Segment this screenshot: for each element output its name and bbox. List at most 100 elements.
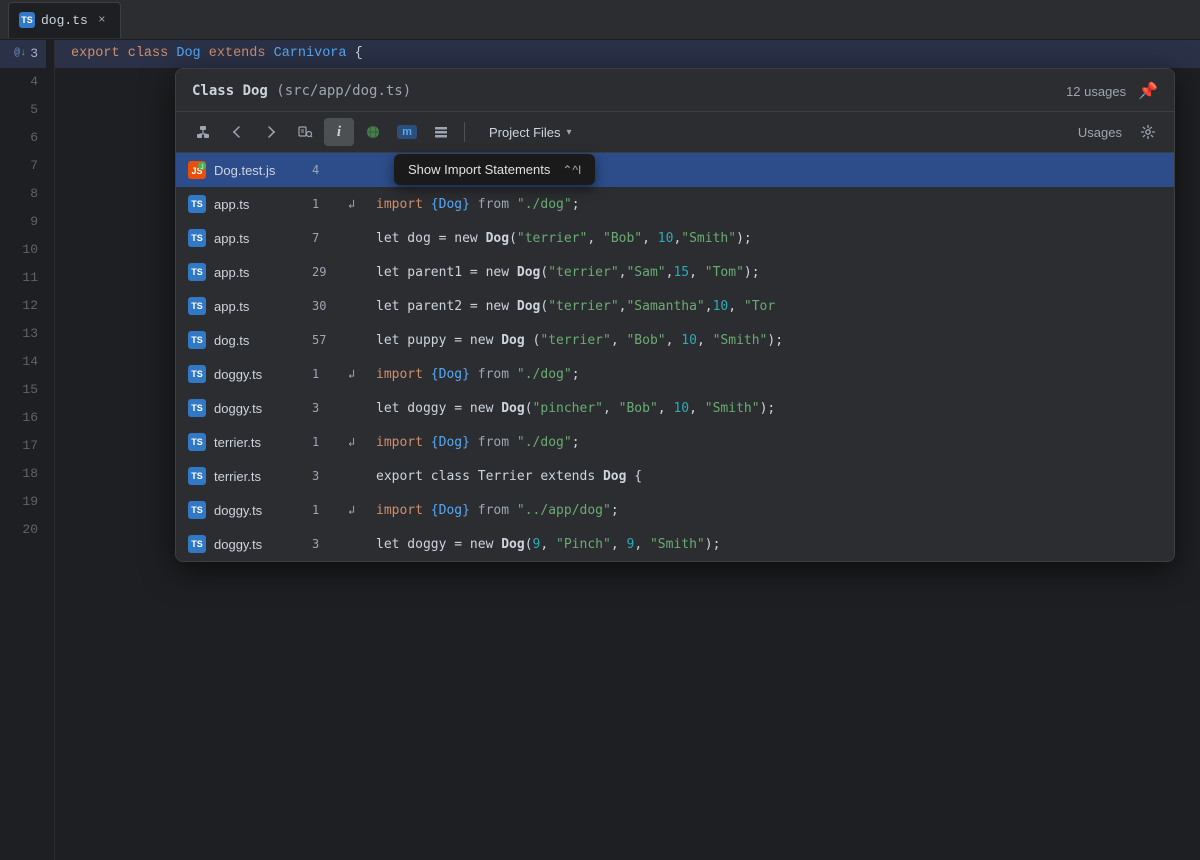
popup-class-name: Class Dog bbox=[192, 83, 268, 99]
tab-filename: dog.ts bbox=[41, 13, 88, 28]
result-row[interactable]: TSdog.ts57let puppy = new Dog ("terrier"… bbox=[176, 323, 1174, 357]
result-filename: terrier.ts bbox=[214, 435, 304, 450]
result-code: import {Dog} from "./dog"; bbox=[376, 367, 580, 382]
code-line-3: export class Dog extends Carnivora { bbox=[55, 40, 1200, 68]
usages-count-label: 12 usages bbox=[1066, 84, 1126, 99]
result-lineno: 3 bbox=[312, 537, 340, 551]
gear-icon bbox=[1140, 124, 1156, 140]
ts-file-icon: TS bbox=[188, 229, 206, 247]
import-arrow-icon: ↲ bbox=[348, 503, 368, 518]
scope-label: Project Files bbox=[489, 125, 561, 140]
result-row[interactable]: TSdoggy.ts1↲import {Dog} from "./dog"; bbox=[176, 357, 1174, 391]
result-code: let doggy = new Dog("pincher", "Bob", 10… bbox=[376, 401, 775, 416]
settings-button[interactable] bbox=[1134, 118, 1162, 146]
hierarchy-button[interactable] bbox=[188, 118, 218, 146]
result-lineno: 3 bbox=[312, 401, 340, 415]
chevron-down-icon: ▾ bbox=[567, 127, 572, 138]
gutter-line-12: 12 bbox=[0, 292, 46, 320]
result-code: let dog = new Dog("terrier", "Bob", 10,"… bbox=[376, 231, 752, 246]
gutter-line-7: 7 bbox=[0, 152, 46, 180]
result-filename: doggy.ts bbox=[214, 537, 304, 552]
result-filename: doggy.ts bbox=[214, 503, 304, 518]
gutter-line-11: 11 bbox=[0, 264, 46, 292]
result-code: let parent2 = new Dog("terrier","Samanth… bbox=[376, 299, 775, 314]
result-row[interactable]: TSapp.ts1↲import {Dog} from "./dog"; bbox=[176, 187, 1174, 221]
popup-title: Class Dog (src/app/dog.ts) bbox=[192, 82, 411, 100]
result-lineno: 29 bbox=[312, 265, 340, 279]
result-code: let parent1 = new Dog("terrier","Sam",15… bbox=[376, 265, 760, 280]
ts-file-icon: TS bbox=[188, 365, 206, 383]
result-lineno: 30 bbox=[312, 299, 340, 313]
usages-label[interactable]: Usages bbox=[1070, 122, 1130, 143]
result-lineno: 1 bbox=[312, 197, 340, 211]
list-icon bbox=[433, 124, 449, 140]
jest-file-icon: JSJ bbox=[188, 161, 206, 179]
tab-close-button[interactable]: × bbox=[94, 12, 110, 28]
tab-dog-ts[interactable]: TS dog.ts × bbox=[8, 2, 121, 38]
editor-area: @↓ 3 4 5 6 7 8 9 10 11 12 13 14 15 16 17… bbox=[0, 40, 1200, 860]
result-row[interactable]: JSJDog.test.js4 bbox=[176, 153, 1174, 187]
gutter-line-6: 6 bbox=[0, 124, 46, 152]
locate-icon bbox=[297, 124, 313, 140]
ts-file-icon: TS bbox=[188, 399, 206, 417]
locate-button[interactable] bbox=[290, 118, 320, 146]
scope-button[interactable] bbox=[358, 118, 388, 146]
ts-file-icon: TS bbox=[188, 195, 206, 213]
result-code: import {Dog} from "./dog"; bbox=[376, 197, 580, 212]
back-icon bbox=[229, 124, 245, 140]
result-filename: doggy.ts bbox=[214, 367, 304, 382]
result-row[interactable]: TS terrier.ts 1 ↲ import {Dog} from "./dog"; bbox=[176, 425, 1174, 459]
svg-text:J: J bbox=[201, 165, 204, 171]
gutter-line-17: 17 bbox=[0, 432, 46, 460]
ts-file-icon: TS bbox=[188, 501, 206, 519]
line-number-gutter: @↓ 3 4 5 6 7 8 9 10 11 12 13 14 15 16 17… bbox=[0, 40, 55, 860]
module-button[interactable]: m bbox=[392, 118, 422, 146]
tab-bar: TS dog.ts × bbox=[0, 0, 1200, 40]
result-row[interactable]: TSapp.ts29let parent1 = new Dog("terrier… bbox=[176, 255, 1174, 289]
gutter-line-10: 10 bbox=[0, 236, 46, 264]
result-lineno: 1 bbox=[312, 367, 340, 381]
ts-file-icon: TS bbox=[19, 12, 35, 28]
result-row[interactable]: TS doggy.ts 1 ↲ import {Dog} from "../app/do… bbox=[176, 493, 1174, 527]
usages-popup[interactable]: Class Dog (src/app/dog.ts) 12 usages 📌 bbox=[175, 68, 1175, 562]
scope-dropdown[interactable]: Project Files ▾ bbox=[481, 122, 580, 143]
m-badge: m bbox=[397, 125, 417, 139]
back-button[interactable] bbox=[222, 118, 252, 146]
gutter-line-16: 16 bbox=[0, 404, 46, 432]
gutter-line-19: 19 bbox=[0, 488, 46, 516]
pin-icon[interactable]: 📌 bbox=[1138, 81, 1158, 101]
result-filename: dog.ts bbox=[214, 333, 304, 348]
result-filename: app.ts bbox=[214, 197, 304, 212]
result-row[interactable]: TSdoggy.ts3let doggy = new Dog("pincher"… bbox=[176, 391, 1174, 425]
result-row[interactable]: TSterrier.ts3export class Terrier extend… bbox=[176, 459, 1174, 493]
gutter-line-13: 13 bbox=[0, 320, 46, 348]
list-view-button[interactable] bbox=[426, 118, 456, 146]
toolbar-separator bbox=[464, 122, 465, 142]
result-code: export class Terrier extends Dog { bbox=[376, 469, 642, 484]
result-row[interactable]: TSapp.ts7let dog = new Dog("terrier", "B… bbox=[176, 221, 1174, 255]
popup-overlay: Class Dog (src/app/dog.ts) 12 usages 📌 bbox=[55, 40, 1200, 860]
forward-icon bbox=[263, 124, 279, 140]
result-row[interactable]: TSdoggy.ts3let doggy = new Dog(9, "Pinch… bbox=[176, 527, 1174, 561]
scope-icon bbox=[365, 124, 381, 140]
result-filename: terrier.ts bbox=[214, 469, 304, 484]
result-lineno: 1 bbox=[312, 435, 340, 449]
result-code: import {Dog} from "../app/dog"; bbox=[376, 503, 619, 518]
code-editor[interactable]: export class Dog extends Carnivora { bbox=[55, 40, 1200, 860]
import-arrow-icon: ↲ bbox=[348, 435, 368, 450]
popup-toolbar: i m bbox=[176, 112, 1174, 153]
gutter-line-20: 20 bbox=[0, 516, 46, 544]
show-imports-button[interactable]: i bbox=[324, 118, 354, 146]
result-filename: app.ts bbox=[214, 299, 304, 314]
results-list[interactable]: JSJDog.test.js4 TS app.ts 1 ↲ import {Dog} fr… bbox=[176, 153, 1174, 561]
result-code: import {Dog} from "./dog"; bbox=[376, 435, 580, 450]
result-filename: app.ts bbox=[214, 265, 304, 280]
ts-file-icon: TS bbox=[188, 433, 206, 451]
result-filename: app.ts bbox=[214, 231, 304, 246]
result-lineno: 57 bbox=[312, 333, 340, 347]
forward-button[interactable] bbox=[256, 118, 286, 146]
result-lineno: 1 bbox=[312, 503, 340, 517]
result-code: let puppy = new Dog ("terrier", "Bob", 1… bbox=[376, 333, 783, 348]
result-code: let doggy = new Dog(9, "Pinch", 9, "Smit… bbox=[376, 537, 720, 552]
result-row[interactable]: TSapp.ts30let parent2 = new Dog("terrier… bbox=[176, 289, 1174, 323]
